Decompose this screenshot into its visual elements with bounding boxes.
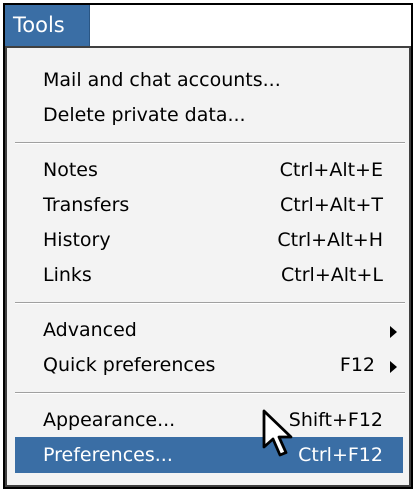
menu-item-shortcut: Ctrl+Alt+T <box>280 194 383 216</box>
menu-item-shortcut: Ctrl+F12 <box>298 444 383 466</box>
submenu-arrow-icon <box>390 361 397 373</box>
tools-menu: Mail and chat accounts... Delete private… <box>5 46 411 487</box>
menu-item-history[interactable]: History Ctrl+Alt+H <box>15 222 403 258</box>
menu-item-shortcut: Ctrl+Alt+E <box>279 159 383 181</box>
menu-item-label: Preferences... <box>43 444 173 466</box>
menu-item-shortcut: F12 <box>339 354 375 376</box>
menu-item-mail-and-chat-accounts[interactable]: Mail and chat accounts... <box>15 62 403 98</box>
menu-item-label: Delete private data... <box>43 104 246 126</box>
menu-item-quick-preferences[interactable]: Quick preferences F12 <box>15 347 403 383</box>
menu-item-shortcut: Ctrl+Alt+L <box>281 264 383 286</box>
menu-window: Tools Mail and chat accounts... Delete p… <box>3 3 413 489</box>
menu-item-delete-private-data[interactable]: Delete private data... <box>15 97 403 133</box>
menu-item-label: Appearance... <box>43 409 176 431</box>
menu-item-transfers[interactable]: Transfers Ctrl+Alt+T <box>15 187 403 223</box>
menu-item-advanced[interactable]: Advanced <box>15 312 403 348</box>
submenu-arrow-icon <box>390 326 397 338</box>
menu-item-links[interactable]: Links Ctrl+Alt+L <box>15 257 403 293</box>
menu-item-label: Notes <box>43 159 98 181</box>
menu-separator <box>15 142 405 144</box>
menu-separator <box>15 392 405 394</box>
menu-item-label: Quick preferences <box>43 354 216 376</box>
menu-item-appearance[interactable]: Appearance... Shift+F12 <box>15 402 403 438</box>
menu-item-label: History <box>43 229 111 251</box>
menubar: Tools <box>5 5 411 46</box>
menu-item-preferences[interactable]: Preferences... Ctrl+F12 <box>15 437 403 473</box>
menu-item-label: Advanced <box>43 319 137 341</box>
menubar-tools[interactable]: Tools <box>5 5 90 46</box>
menu-item-label: Transfers <box>43 194 130 216</box>
menu-separator <box>15 302 405 304</box>
menu-item-notes[interactable]: Notes Ctrl+Alt+E <box>15 152 403 188</box>
menu-item-shortcut: Shift+F12 <box>288 409 383 431</box>
menu-item-label: Mail and chat accounts... <box>43 69 281 91</box>
menu-item-shortcut: Ctrl+Alt+H <box>277 229 383 251</box>
menu-item-label: Links <box>43 264 92 286</box>
